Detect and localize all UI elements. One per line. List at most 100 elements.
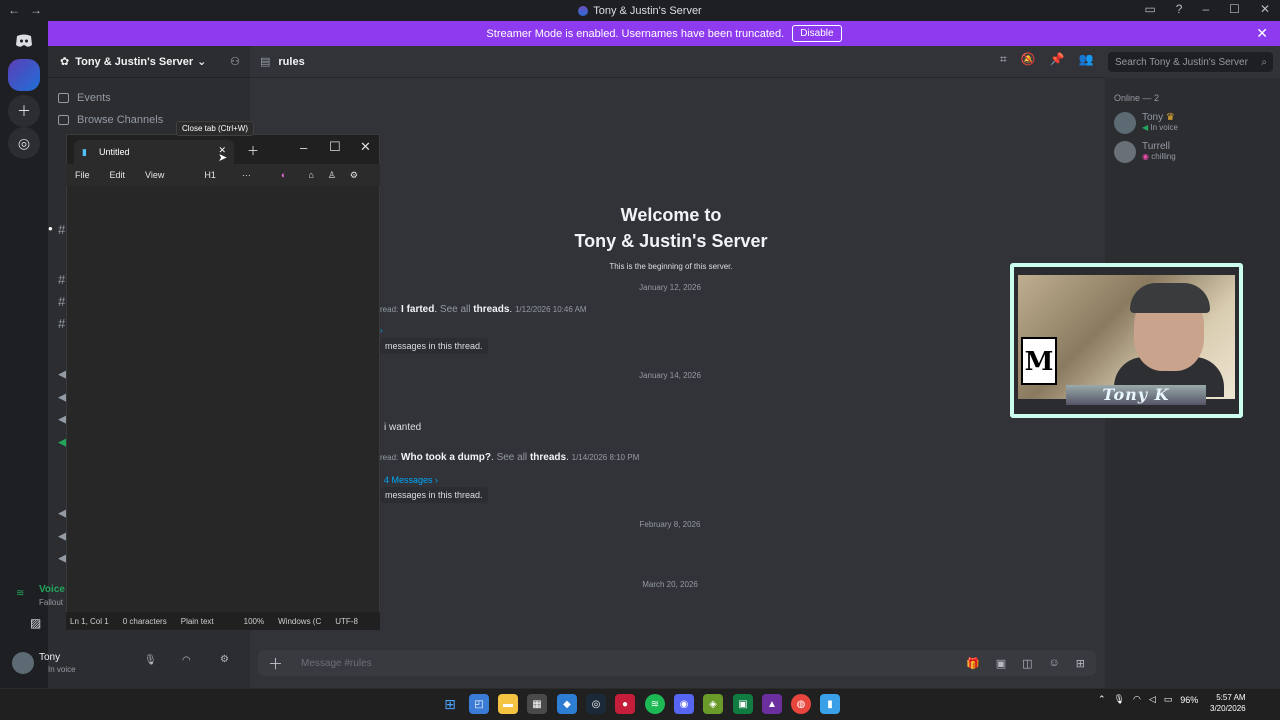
back-arrow-icon[interactable]: ← — [8, 3, 20, 17]
disable-streamer-mode-button[interactable]: Disable — [792, 25, 842, 42]
sidebar-item-events[interactable]: Events — [58, 92, 111, 104]
steam-icon[interactable]: ◎ — [586, 694, 606, 714]
search-input[interactable]: Search Tony & Justin's Server ⌕ — [1108, 52, 1273, 72]
xbox-icon[interactable]: ▣ — [733, 694, 753, 714]
thread-message-count-link[interactable]: 4 Messages › — [384, 475, 438, 485]
status-encoding: UTF-8 — [335, 616, 358, 626]
esrb-rating-badge: M — [1021, 337, 1057, 385]
notepad-editor[interactable] — [67, 186, 379, 612]
help-icon[interactable]: ? — [1176, 2, 1183, 16]
gif-icon[interactable]: ▣ — [996, 657, 1006, 670]
account-icon[interactable]: ♙ — [328, 170, 336, 181]
status-characters: 0 characters — [122, 616, 167, 626]
sticker-icon[interactable]: ◫ — [1022, 657, 1032, 670]
camera-off-icon[interactable]: ▨ — [30, 616, 48, 634]
settings-gear-icon[interactable]: ⚙ — [220, 654, 229, 665]
gift-icon[interactable]: 🎁 — [966, 657, 980, 670]
spotify-icon[interactable]: ≋ — [645, 694, 665, 714]
inbox-icon[interactable]: ▭ — [1144, 2, 1155, 16]
thread-title[interactable]: Who took a dump? — [401, 452, 491, 463]
threads-link[interactable]: threads — [473, 304, 509, 315]
menu-edit[interactable]: Edit — [110, 170, 126, 180]
battery-icon[interactable]: ▭ — [1164, 694, 1173, 705]
system-message-thread: read: Who took a dump?. See all threads.… — [380, 452, 640, 463]
server-badge-icon: ✿ — [60, 56, 70, 68]
member-list-icon[interactable]: 👥 — [1079, 52, 1094, 67]
launcher-icon[interactable]: ▲ — [762, 694, 782, 714]
clock-date: 3/20/2026 — [1210, 704, 1246, 713]
user-avatar[interactable] — [12, 652, 34, 674]
add-server-icon[interactable]: ＋ — [8, 95, 40, 127]
announce-icon[interactable]: ⌂ — [308, 170, 313, 180]
sidebar-item-label: Browse Channels — [77, 114, 164, 126]
microphone-icon[interactable]: 🎙 — [144, 655, 157, 666]
apps-icon[interactable]: ⊞ — [1076, 657, 1085, 670]
thread-summary-box[interactable]: messages in this thread. — [380, 487, 488, 503]
forward-arrow-icon[interactable]: → — [30, 3, 42, 17]
close-banner-icon[interactable]: ✕ — [1256, 25, 1268, 42]
discord-taskbar-icon[interactable]: ◉ — [674, 694, 694, 714]
threads-icon[interactable]: ⌗ — [1000, 52, 1007, 67]
file-explorer-icon[interactable]: ▬ — [498, 694, 518, 714]
text-channel-hash-icon[interactable]: # — [58, 272, 65, 287]
sidebar-item-browse-channels[interactable]: Browse Channels — [58, 114, 163, 126]
notepad-close-button[interactable]: ✕ — [360, 139, 371, 155]
game-app-icon[interactable]: ◈ — [703, 694, 723, 714]
status-position: Ln 1, Col 1 — [70, 616, 109, 626]
headphones-icon[interactable]: ◠ — [182, 655, 191, 666]
thread-summary-box[interactable]: messages in this thread. — [380, 338, 488, 354]
widgets-icon[interactable]: ◰ — [469, 694, 489, 714]
server-header[interactable]: ✿ Tony & Justin's Server ⌄ ⚇ — [48, 46, 250, 78]
text-channel-hash-icon[interactable]: # — [58, 222, 65, 237]
taskbar-clock[interactable]: 5:57 AM 3/20/2026 — [1210, 692, 1246, 714]
activity-icon: ◉ — [1142, 152, 1149, 161]
discord-home-icon[interactable] — [8, 25, 40, 57]
thread-title[interactable]: I farted — [401, 304, 434, 315]
app-icon[interactable]: ◆ — [557, 694, 577, 714]
notepad-tab[interactable]: ▮ Untitled ✕ — [74, 140, 234, 164]
wifi-icon[interactable]: ◠ — [1133, 694, 1141, 705]
menu-view[interactable]: View — [145, 170, 164, 180]
heading-dropdown[interactable]: H1 — [204, 170, 216, 180]
notepad-taskbar-icon[interactable]: ▮ — [820, 694, 840, 714]
channel-header: ▤ rules — [250, 46, 1105, 78]
notepad-minimize-button[interactable]: – — [300, 140, 307, 155]
record-app-icon[interactable]: ● — [615, 694, 635, 714]
thread-chevron-icon[interactable]: › — [380, 326, 383, 335]
calendar-icon — [58, 93, 69, 103]
user-panel: Tony In voice 🎙 ◠ ⚙ — [8, 648, 248, 680]
member-item[interactable]: Turrell ◉ chilling — [1114, 141, 1176, 163]
mute-bell-icon[interactable]: 🔕 — [1021, 52, 1036, 67]
server-avatar-icon[interactable] — [8, 59, 40, 91]
minimize-button[interactable]: – — [1202, 2, 1209, 16]
emoji-icon[interactable]: ☺ — [1049, 657, 1060, 670]
maximize-button[interactable]: ☐ — [1229, 2, 1240, 16]
invite-people-icon[interactable]: ⚇ — [230, 55, 240, 68]
app-title-bar: ← → Tony & Justin's Server ▭ ? – ☐ ✕ — [0, 0, 1280, 21]
notepad-maximize-button[interactable]: ☐ — [329, 139, 341, 155]
new-tab-icon[interactable]: ＋ — [247, 142, 259, 159]
menu-file[interactable]: File — [75, 170, 90, 180]
server-name: Tony & Justin's Server — [75, 55, 194, 68]
notepad-settings-icon[interactable]: ⚙ — [350, 170, 358, 181]
tray-chevron-icon[interactable]: ⌃ — [1098, 694, 1106, 705]
pin-icon[interactable]: 📌 — [1050, 52, 1065, 67]
webcam-overlay: M Tony K — [1010, 263, 1243, 418]
chrome-icon[interactable]: ◍ — [791, 694, 811, 714]
more-icon[interactable]: ··· — [242, 170, 251, 180]
thread-summary-text: messages in this thread. — [385, 341, 483, 351]
text-channel-hash-icon[interactable]: # — [58, 316, 65, 331]
text-channel-hash-icon[interactable]: # — [58, 294, 65, 309]
add-attachment-icon[interactable]: ＋ — [268, 653, 283, 674]
close-tab-tooltip: Close tab (Ctrl+W) — [176, 121, 255, 136]
member-item[interactable]: Tony ♛ ◀ In voice — [1114, 112, 1178, 134]
tray-mic-icon[interactable]: 🎙 — [1114, 694, 1125, 705]
notepad-tab-title: Untitled — [98, 147, 130, 157]
start-windows-icon[interactable]: ⊞ — [440, 694, 460, 714]
store-icon[interactable]: ▦ — [527, 694, 547, 714]
volume-icon[interactable]: ◁ — [1149, 694, 1156, 705]
close-window-button[interactable]: ✕ — [1260, 2, 1270, 16]
threads-link[interactable]: threads — [530, 452, 566, 463]
copilot-icon[interactable]: ◐ — [281, 170, 286, 180]
discover-compass-icon[interactable]: ◎ — [8, 127, 40, 159]
